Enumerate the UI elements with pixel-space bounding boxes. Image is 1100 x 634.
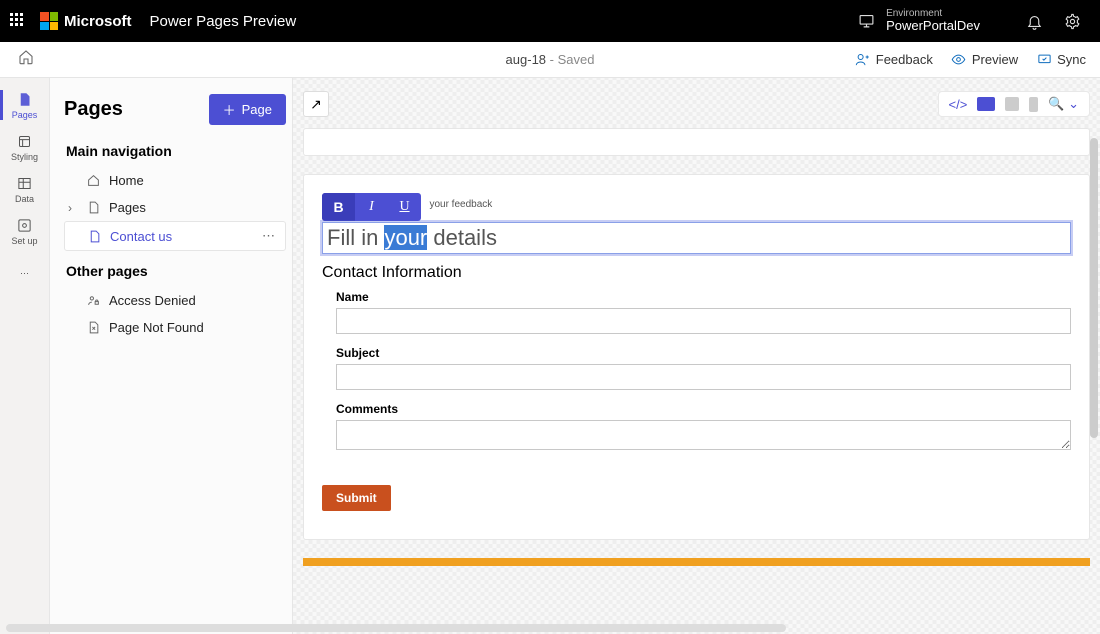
- environment-icon: [856, 11, 876, 31]
- feedback-button[interactable]: Feedback: [855, 52, 933, 68]
- input-name[interactable]: [336, 308, 1071, 334]
- nav-item-access-denied[interactable]: Access Denied: [64, 287, 286, 314]
- form-section-title: Contact Information: [322, 264, 1071, 282]
- submit-button[interactable]: Submit: [322, 485, 391, 511]
- rail-setup[interactable]: Set up: [0, 210, 50, 252]
- command-bar: aug-18 - Saved Feedback Preview Sync: [0, 42, 1100, 78]
- nav-item-contact-us[interactable]: Contact us ⋯: [64, 221, 286, 251]
- text-format-toolbar: B I U: [322, 193, 421, 221]
- sync-icon: [1036, 52, 1052, 68]
- label-comments: Comments: [336, 402, 1071, 416]
- canvas-scrollbar[interactable]: [1090, 138, 1098, 438]
- global-top-bar: Microsoft Power Pages Preview Environmen…: [0, 0, 1100, 42]
- person-lock-icon: [86, 293, 101, 308]
- canvas-section-form[interactable]: B I U your feedback Fill in your details…: [303, 174, 1090, 540]
- input-comments[interactable]: [336, 420, 1071, 450]
- document-title: aug-18 - Saved: [506, 52, 595, 67]
- side-title: Pages: [64, 98, 123, 121]
- left-workspace-rail: Pages Styling Data Set up ⋯: [0, 78, 50, 634]
- section-main-nav: Main navigation: [66, 143, 286, 159]
- heading-selection: your: [384, 225, 427, 250]
- sync-button[interactable]: Sync: [1036, 52, 1086, 68]
- page-icon: [87, 229, 102, 244]
- breadcrumb-hint: your feedback: [429, 199, 492, 210]
- label-subject: Subject: [336, 346, 1071, 360]
- home-icon[interactable]: [18, 49, 34, 70]
- nav-item-pages[interactable]: › Pages: [64, 194, 286, 221]
- environment-picker[interactable]: Environment PowerPortalDev: [838, 8, 980, 33]
- rail-data[interactable]: Data: [0, 168, 50, 210]
- page-error-icon: [86, 320, 101, 335]
- preview-button[interactable]: Preview: [951, 52, 1018, 68]
- italic-button[interactable]: I: [355, 193, 388, 221]
- chevron-right-icon[interactable]: ›: [68, 201, 72, 215]
- more-icon: ⋯: [16, 264, 34, 282]
- setup-icon: [16, 216, 34, 234]
- styling-icon: [16, 132, 34, 150]
- data-icon: [16, 174, 34, 192]
- canvas-section-top[interactable]: [303, 128, 1090, 156]
- pages-side-panel: Pages ＋ Page Main navigation Home › Page…: [50, 78, 293, 634]
- home-icon: [86, 173, 101, 188]
- bold-button[interactable]: B: [322, 193, 355, 221]
- code-toggle[interactable]: </>: [949, 97, 968, 112]
- underline-button[interactable]: U: [388, 193, 421, 221]
- notifications-icon[interactable]: [1024, 11, 1044, 31]
- zoom-control[interactable]: 🔍 ⌄: [1048, 96, 1079, 112]
- plus-icon: ＋: [223, 100, 236, 119]
- section-other-pages: Other pages: [66, 263, 286, 279]
- viewport-phone-icon[interactable]: [1029, 97, 1038, 112]
- app-launcher-icon[interactable]: [10, 13, 26, 29]
- canvas-scroll[interactable]: B I U your feedback Fill in your details…: [303, 128, 1090, 624]
- input-subject[interactable]: [336, 364, 1071, 390]
- doc-name: aug-18: [506, 52, 546, 67]
- nav-item-home[interactable]: Home: [64, 167, 286, 194]
- label-name: Name: [336, 290, 1071, 304]
- window-horizontal-scrollbar[interactable]: [6, 624, 786, 632]
- viewport-desktop-icon[interactable]: [977, 97, 995, 111]
- viewport-tablet-icon[interactable]: [1005, 97, 1019, 111]
- environment-name: PowerPortalDev: [886, 19, 980, 33]
- microsoft-logo[interactable]: Microsoft: [40, 12, 132, 30]
- rail-styling[interactable]: Styling: [0, 126, 50, 168]
- add-page-button[interactable]: ＋ Page: [209, 94, 286, 125]
- feedback-icon: [855, 52, 871, 68]
- expand-arrow-icon[interactable]: ↗: [303, 91, 329, 117]
- microsoft-square-icon: [40, 12, 58, 30]
- app-name: Power Pages Preview: [150, 13, 297, 30]
- rail-pages[interactable]: Pages: [0, 84, 50, 126]
- rail-more[interactable]: ⋯: [0, 252, 50, 294]
- page-icon: [86, 200, 101, 215]
- brand-text: Microsoft: [64, 13, 132, 30]
- nav-item-page-not-found[interactable]: Page Not Found: [64, 314, 286, 341]
- canvas-toolbar: ↗ </> 🔍 ⌄: [303, 88, 1090, 120]
- preview-icon: [951, 52, 967, 68]
- doc-status: - Saved: [546, 52, 594, 67]
- pages-icon: [16, 90, 34, 108]
- heading-editable[interactable]: Fill in your details: [322, 222, 1071, 254]
- settings-gear-icon[interactable]: [1062, 11, 1082, 31]
- design-canvas-area: ↗ </> 🔍 ⌄ B I U your feedback: [293, 78, 1100, 634]
- item-more-icon[interactable]: ⋯: [262, 228, 277, 244]
- canvas-section-footer-accent[interactable]: [303, 558, 1090, 566]
